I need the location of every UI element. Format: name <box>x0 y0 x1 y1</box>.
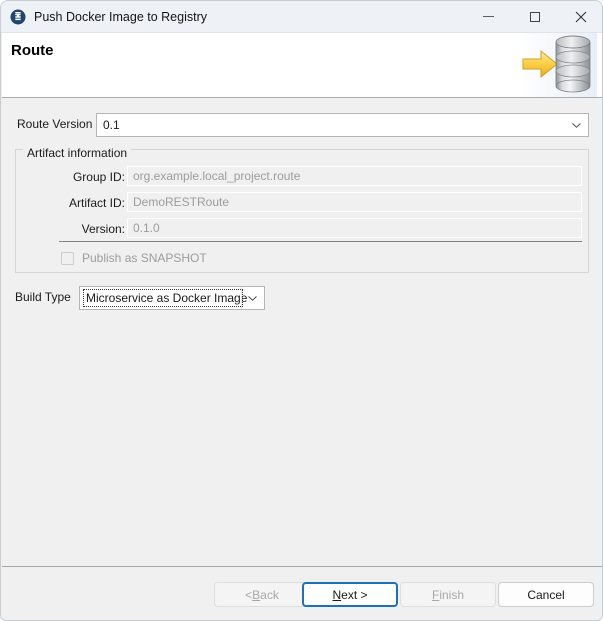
close-icon <box>575 11 587 23</box>
group-separator <box>59 241 582 242</box>
title-bar: Push Docker Image to Registry <box>1 1 602 33</box>
back-button-prefix: < <box>245 587 253 602</box>
artifact-id-value: DemoRESTRoute <box>133 195 230 209</box>
back-button-mnemonic: B <box>252 587 261 602</box>
next-button-suffix: ext > <box>341 587 368 602</box>
version-field: 0.1.0 <box>127 218 582 238</box>
publish-snapshot-label: Publish as SNAPSHOT <box>82 251 207 265</box>
artifact-id-label: Artifact ID: <box>68 196 125 210</box>
database-push-icon <box>519 33 597 97</box>
close-button[interactable] <box>558 1 602 32</box>
wizard-header: Route <box>2 33 602 98</box>
window-title: Push Docker Image to Registry <box>34 10 207 24</box>
dialog-window: Push Docker Image to Registry Route Rout… <box>0 0 603 621</box>
route-version-value: 0.1 <box>103 118 120 132</box>
page-title: Route <box>11 42 54 59</box>
build-type-combo[interactable]: Microservice as Docker Image <box>79 286 265 310</box>
cancel-button-suffix: ancel <box>535 587 565 602</box>
finish-button-suffix: inish <box>439 587 465 602</box>
cancel-button-mnemonic: C <box>527 587 536 602</box>
minimize-icon <box>483 16 494 17</box>
version-value: 0.1.0 <box>133 221 160 235</box>
group-id-field: org.example.local_project.route <box>127 166 582 186</box>
docker-registry-icon <box>10 9 26 25</box>
next-button-mnemonic: N <box>332 587 342 602</box>
group-id-label: Group ID: <box>72 170 125 184</box>
artifact-id-field: DemoRESTRoute <box>127 192 582 212</box>
combo-divider <box>241 287 242 309</box>
cancel-button[interactable]: Cancel <box>498 582 594 607</box>
back-button[interactable]: < Back <box>214 582 310 607</box>
publish-snapshot-checkbox <box>61 252 74 265</box>
maximize-icon <box>529 11 540 22</box>
artifact-information-title: Artifact information <box>23 146 132 160</box>
next-button[interactable]: Next > <box>302 582 398 607</box>
build-type-value: Microservice as Docker Image <box>86 291 248 305</box>
finish-button[interactable]: Finish <box>400 582 496 607</box>
minimize-button[interactable] <box>466 1 511 32</box>
route-version-combo[interactable]: 0.1 <box>96 113 589 137</box>
finish-button-mnemonic: F <box>431 587 440 602</box>
group-id-value: org.example.local_project.route <box>133 169 301 183</box>
maximize-button[interactable] <box>512 1 557 32</box>
version-label: Version: <box>81 222 125 236</box>
route-version-label: Route Version <box>17 117 93 131</box>
back-button-suffix: ack <box>260 587 279 602</box>
build-type-label: Build Type <box>15 290 71 304</box>
chevron-down-icon <box>572 123 581 128</box>
chevron-down-icon <box>248 296 257 301</box>
